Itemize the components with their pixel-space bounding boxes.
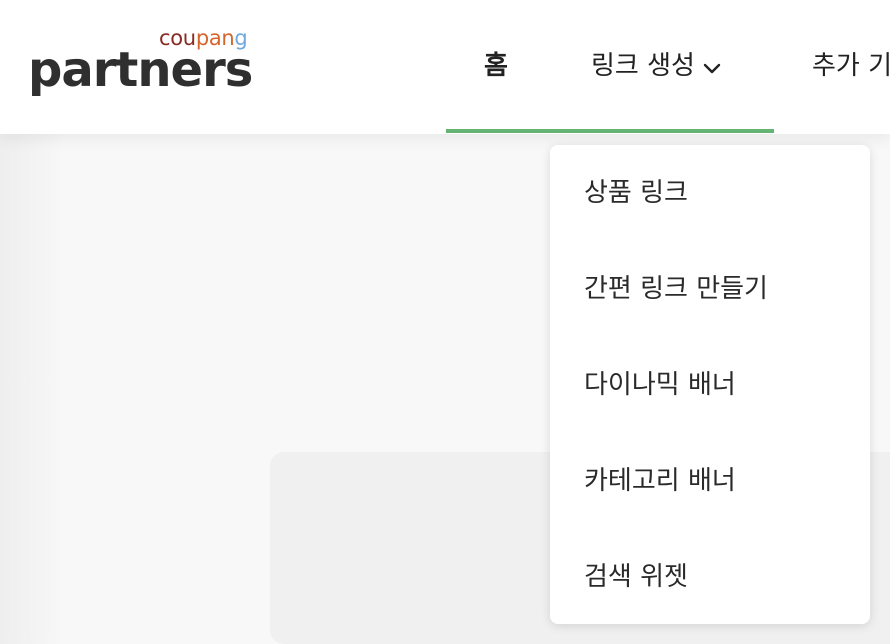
left-shade	[0, 134, 60, 644]
menu-item-category-banner[interactable]: 카테고리 배너	[584, 461, 736, 501]
logo-partners-text: partners	[28, 42, 253, 98]
menu-item-product-link[interactable]: 상품 링크	[584, 173, 688, 213]
link-create-dropdown-menu: 상품 링크 간편 링크 만들기 다이나믹 배너 카테고리 배너 검색 위젯	[550, 145, 870, 624]
header: coupang partners 홈 링크 생성 추가 기	[0, 0, 890, 134]
menu-item-simple-link[interactable]: 간편 링크 만들기	[584, 269, 768, 309]
page: coupang partners 홈 링크 생성 추가 기 상품 링크 간편 링…	[0, 0, 890, 644]
menu-item-search-widget[interactable]: 검색 위젯	[584, 557, 688, 597]
nav-active-underline	[446, 129, 774, 133]
coupang-partners-logo[interactable]: coupang partners	[28, 26, 258, 106]
menu-item-dynamic-banner[interactable]: 다이나믹 배너	[584, 365, 736, 405]
nav-link-create[interactable]: 링크 생성	[591, 46, 721, 86]
nav-link-create-label: 링크 생성	[591, 51, 695, 81]
nav-extra[interactable]: 추가 기	[812, 46, 890, 86]
chevron-down-icon	[703, 47, 721, 87]
nav-home[interactable]: 홈	[484, 46, 508, 86]
